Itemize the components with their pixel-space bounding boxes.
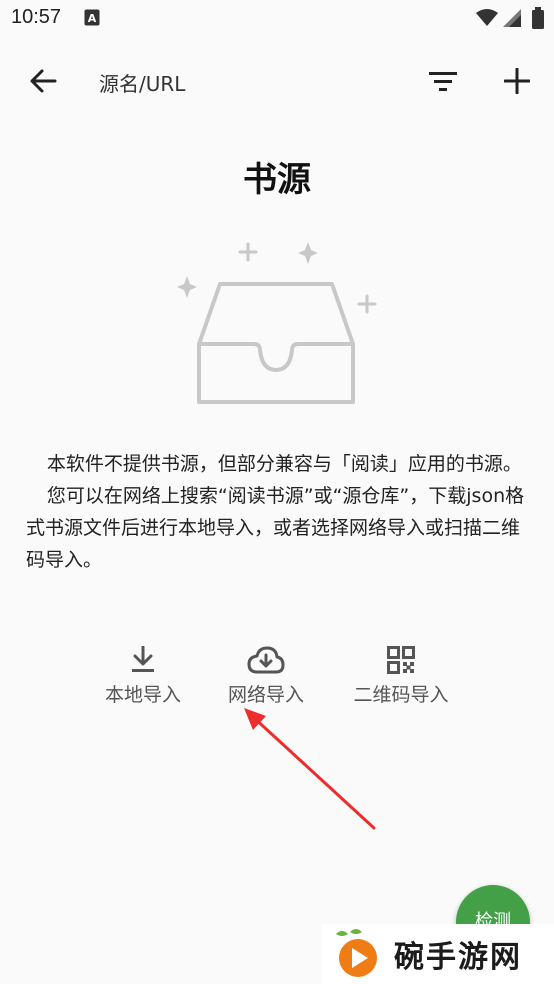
status-bar: 10:57 A [0, 0, 554, 38]
empty-state-description: 本软件不提供书源，但部分兼容与「阅读」应用的书源。 您可以在网络上搜索“阅读书源… [26, 448, 534, 576]
watermark: 碗手游网 [322, 924, 554, 984]
local-import-button[interactable]: 本地导入 [96, 640, 190, 707]
cloud-download-icon [247, 640, 285, 680]
toolbar: 源名/URL [0, 50, 554, 110]
filter-button[interactable] [424, 62, 462, 100]
a-notification-icon: A [84, 9, 100, 30]
empty-inbox-illustration [170, 236, 390, 420]
network-import-button[interactable]: 网络导入 [219, 640, 313, 707]
empty-state-title: 书源 [243, 160, 311, 200]
arrow-back-icon [30, 69, 57, 93]
qr-code-icon [387, 640, 415, 680]
plus-icon [504, 68, 530, 94]
qrcode-import-button[interactable]: 二维码导入 [345, 640, 457, 707]
status-time: 10:57 [11, 6, 62, 28]
carrot-play-logo [328, 926, 384, 982]
battery-icon [532, 7, 544, 33]
watermark-text: 碗手游网 [394, 940, 522, 975]
description-paragraph-1: 本软件不提供书源，但部分兼容与「阅读」应用的书源。 [46, 453, 522, 475]
back-button[interactable] [24, 62, 62, 100]
svg-text:A: A [88, 12, 97, 25]
annotation-arrow [236, 700, 381, 839]
signal-icon [503, 9, 521, 31]
filter-icon [429, 72, 457, 91]
wifi-icon [476, 9, 498, 31]
local-import-label: 本地导入 [104, 684, 181, 706]
download-icon [130, 640, 156, 680]
search-field-hint[interactable]: 源名/URL [99, 68, 185, 97]
add-button[interactable] [498, 62, 536, 100]
description-paragraph-2: 您可以在网络上搜索“阅读书源”或“源仓库”，下载json格式书源文件后进行本地导… [26, 485, 525, 571]
